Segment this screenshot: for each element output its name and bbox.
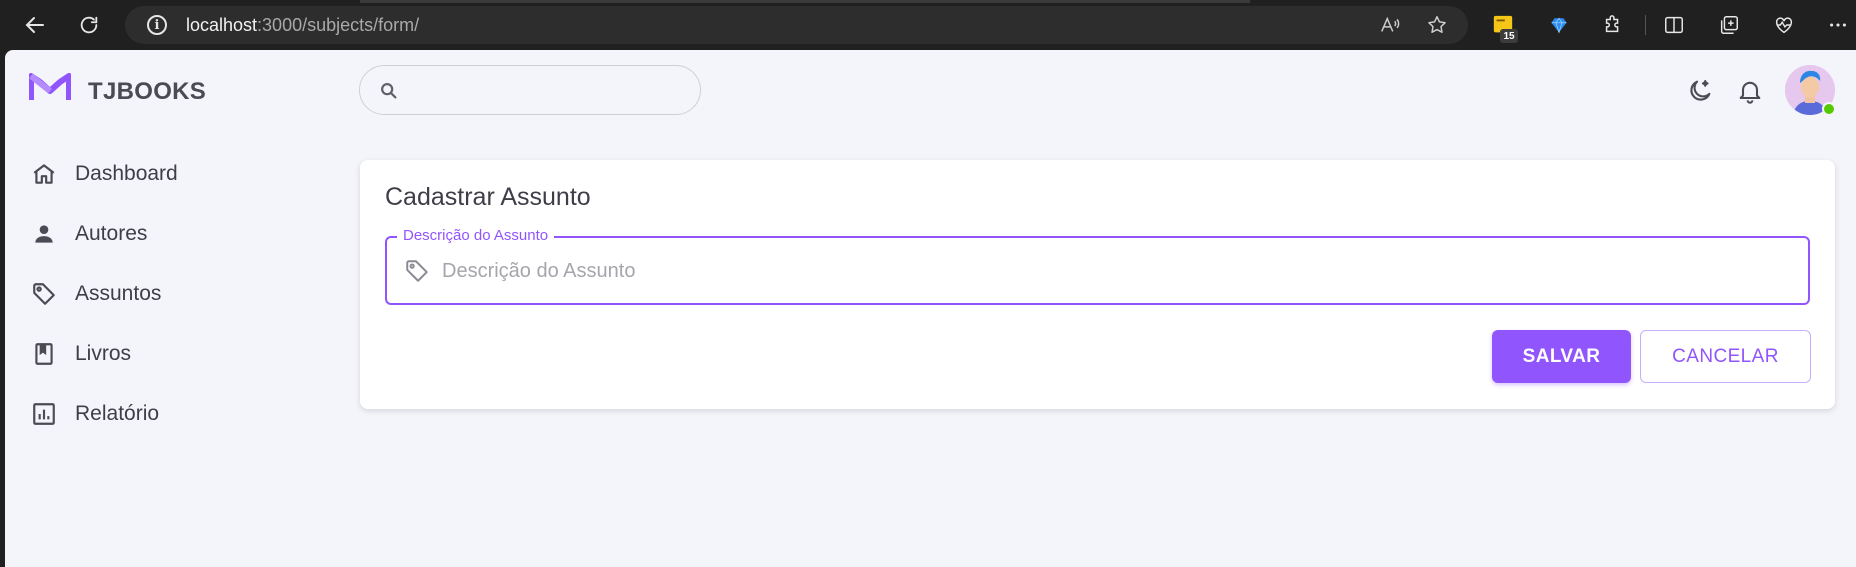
toolbar-separator — [1645, 15, 1646, 35]
home-icon — [30, 160, 58, 188]
url-text[interactable]: localhost:3000/subjects/form/ — [186, 15, 419, 36]
extension-badge: 15 — [1500, 29, 1518, 43]
search-icon — [378, 80, 400, 102]
sidebar-item-livros[interactable]: Livros — [30, 331, 330, 377]
extension-icon[interactable] — [1600, 12, 1626, 38]
subject-form-card: Cadastrar Assunto Descrição do Assunto S… — [360, 160, 1835, 409]
page-load-bar — [360, 0, 1250, 3]
page-title: Cadastrar Assunto — [385, 183, 591, 211]
sidebar-item-label: Livros — [75, 342, 132, 365]
theme-toggle-icon[interactable] — [1684, 75, 1716, 107]
back-arrow-icon[interactable] — [18, 8, 52, 42]
online-status-dot — [1822, 102, 1836, 116]
sidebar-item-dashboard[interactable]: Dashboard — [30, 151, 330, 197]
subject-description-field[interactable]: Descrição do Assunto — [385, 227, 1810, 305]
brand-name[interactable]: TJBOOKS — [88, 78, 206, 106]
favorite-star-icon[interactable] — [1425, 13, 1449, 37]
tag-icon — [30, 280, 58, 308]
report-chart-icon — [30, 400, 58, 428]
book-icon — [30, 340, 58, 368]
sidebar-item-relatorio[interactable]: Relatório — [30, 391, 330, 437]
save-button[interactable]: SALVAR — [1492, 330, 1631, 383]
sidebar-item-label: Dashboard — [75, 162, 178, 185]
tag-icon — [404, 258, 430, 284]
cancel-button[interactable]: CANCELAR — [1640, 330, 1811, 383]
subject-description-input[interactable] — [442, 255, 1782, 287]
logo-mark-icon — [29, 73, 71, 100]
split-screen-icon[interactable] — [1661, 12, 1687, 38]
brand-logo[interactable] — [29, 72, 71, 102]
sidebar-item-label: Assuntos — [75, 282, 162, 305]
gem-extension-icon[interactable] — [1546, 12, 1572, 38]
field-label: Descrição do Assunto — [397, 227, 555, 244]
sidebar-item-label: Relatório — [75, 402, 160, 425]
read-aloud-icon[interactable] — [1378, 13, 1402, 37]
health-icon[interactable] — [1771, 12, 1797, 38]
search-input[interactable] — [412, 78, 682, 104]
browser-toolbar: i localhost:3000/subjects/form/ 15 — [0, 0, 1856, 50]
sidebar-item-label: Autores — [75, 222, 148, 245]
reload-icon[interactable] — [72, 8, 106, 42]
notification-bell-icon[interactable] — [1734, 75, 1766, 107]
more-icon[interactable] — [1825, 12, 1851, 38]
collections-icon[interactable] — [1716, 12, 1742, 38]
info-icon[interactable]: i — [147, 15, 167, 35]
person-icon — [30, 220, 58, 248]
sidebar-item-assuntos[interactable]: Assuntos — [30, 271, 330, 317]
sidebar-item-autores[interactable]: Autores — [30, 211, 330, 257]
address-bar[interactable]: i localhost:3000/subjects/form/ — [125, 6, 1468, 44]
search-box[interactable] — [359, 65, 701, 115]
